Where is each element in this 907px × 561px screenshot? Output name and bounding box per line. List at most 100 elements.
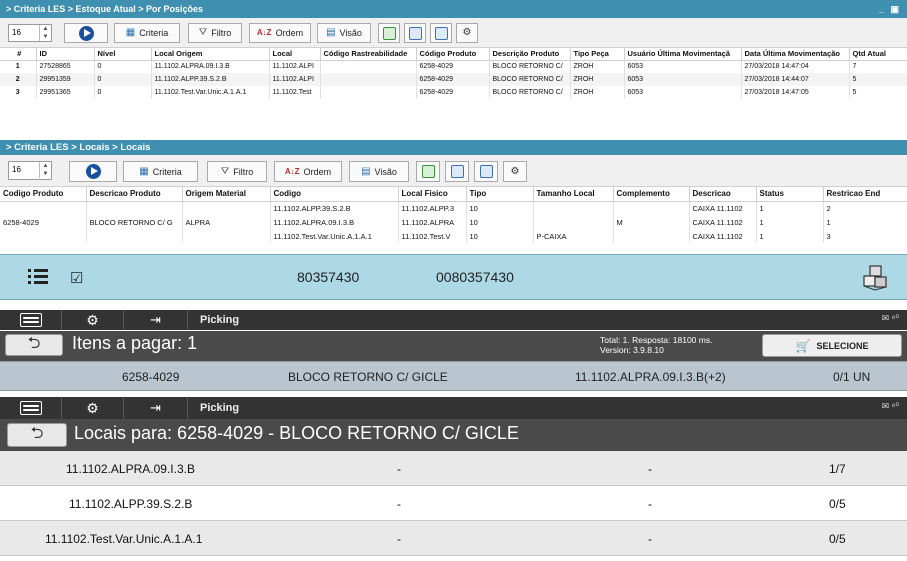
column-header[interactable]: Status [756,187,824,202]
location-row[interactable]: 11.1102.Test.Var.Unic.A.1.A.1 - - 0/5 [0,521,907,556]
column-header[interactable]: Nível [94,48,152,61]
export-button[interactable] [416,161,440,182]
location-row[interactable]: 11.1102.ALPRA.09.I.3.B - - 1/7 [0,451,907,486]
table-row[interactable]: 6258-4029 BLOCO RETORNO C/ G ALPRA 11.11… [0,215,907,229]
table-cell: 27528865 [36,60,95,73]
list-icon[interactable] [28,269,48,285]
column-header[interactable]: Descricao [689,187,757,202]
table-cell: 10 [466,201,534,215]
play-icon [78,25,94,41]
filter-button[interactable]: ⛛ Filtro [207,161,267,182]
location-code: 11.1102.ALPP.39.S.2.B [69,497,193,511]
column-header[interactable]: Descrição Produto [489,48,571,61]
pick-item-row[interactable]: 6258-4029 BLOCO RETORNO C/ GICLE 11.1102… [0,361,907,391]
view-button[interactable]: ▤ Visão [349,161,409,182]
tools-button[interactable]: ⚙ [503,161,527,182]
column-header[interactable]: Tipo Peça [570,48,625,61]
criteria-label: Criteria [152,166,182,177]
save-button[interactable] [404,23,426,43]
table-cell: 11.1102.Test.Var.Unic.A.1.A.1 [270,229,399,243]
table-cell: 1 [756,215,824,229]
save-button[interactable] [445,161,469,182]
envelope-icon[interactable]: ✉ ⁶⁰ [882,401,899,412]
tools-button[interactable]: ⚙ [456,23,478,43]
window-controls[interactable]: _ ▣ [879,0,901,18]
table-cell [533,215,614,229]
column-header[interactable]: Codigo [270,187,399,202]
settings-button[interactable]: ⚙ [62,310,124,330]
run-button[interactable] [64,23,108,43]
column-header[interactable]: Local [269,48,321,61]
run-button[interactable] [69,161,117,182]
column-header[interactable]: # [0,48,37,61]
arrow-up-down-icon[interactable]: ▲ ▼ [39,162,51,178]
view-button[interactable]: ▤ Visão [317,23,371,43]
boxes-icon[interactable] [861,265,889,291]
table-row[interactable]: 11.1102.ALPP.39.S.2.B 11.1102.ALPP.3 10 … [0,201,907,215]
table-cell [182,229,271,243]
exit-button[interactable]: ⇥ [124,310,188,330]
table-cell: 5 [849,86,907,99]
back-icon: ⮌ [27,334,41,352]
column-header[interactable]: Local Origem [151,48,270,61]
select-button[interactable]: 🛒 SELECIONE [762,334,902,357]
excel-icon [421,165,435,178]
table-cell: ZROH [570,73,625,86]
back-button[interactable]: ⮌ [5,334,63,356]
column-header[interactable]: Código Produto [416,48,490,61]
sort-button[interactable]: A↓Z Ordem [249,23,311,43]
column-header[interactable]: Origem Material [182,187,271,202]
items-title: Itens a pagar: 1 [72,333,198,353]
column-header[interactable]: Codigo Produto [0,187,87,202]
filter-button[interactable]: ⛛ Filtro [188,23,242,43]
column-header[interactable]: Complemento [613,187,690,202]
page-size-stepper[interactable]: 16 ▲ ▼ [8,161,52,180]
mobile-top-bar: ⚙ ⇥ Picking ✉ ⁶⁰ [0,397,907,419]
table-cell: 11.1102.ALPI [269,73,321,86]
column-header[interactable]: Tipo [466,187,534,202]
breadcrumb: > Criteria LES > Estoque Atual > Por Pos… [0,0,907,18]
table-cell: ZROH [570,86,625,99]
back-button[interactable]: ⮌ [7,423,67,447]
column-header[interactable]: Restricao End [823,187,907,202]
column-header[interactable]: Qtd Atual [849,48,907,61]
criteria-button[interactable]: ▦ Criteria [114,23,180,43]
menu-button[interactable] [0,310,62,330]
play-icon [85,164,101,179]
column-header[interactable]: Data Última Movimentação [741,48,850,61]
sort-button[interactable]: A↓Z Ordem [274,161,342,182]
settings-button[interactable]: ⚙ [62,397,124,419]
locations-header: ⮌ Locais para: 6258-4029 - BLOCO RETORNO… [0,419,907,451]
breadcrumb-text: > Criteria LES > Locais > Locais [6,142,151,153]
column-header[interactable]: ID [36,48,95,61]
table-cell: 3 [0,86,37,99]
menu-button[interactable] [0,397,62,419]
column-header[interactable]: Tamanho Local [533,187,614,202]
exit-button[interactable]: ⇥ [124,397,188,419]
refresh-button[interactable] [474,161,498,182]
envelope-icon[interactable]: ✉ ⁶⁰ [882,313,899,324]
column-header[interactable]: Código Rastreabilidade [320,48,417,61]
checkbox-icon[interactable]: ☑ [70,269,83,287]
table-row[interactable]: 2 29951359 0 11.1102.ALPP.39.S.2.B 11.11… [0,73,907,86]
export-button[interactable] [378,23,400,43]
table-cell: 11.1102.ALPI [269,60,321,73]
location-row[interactable]: 11.1102.ALPP.39.S.2.B - - 0/5 [0,486,907,521]
table-cell: 11.1102.ALPRA [398,215,467,229]
column-header[interactable]: Local Fisico [398,187,467,202]
column-header[interactable]: Usuário Última Movimentaçã [624,48,742,61]
column-header[interactable]: Descricao Produto [86,187,183,202]
criteria-button[interactable]: ▦ Criteria [123,161,198,182]
arrow-up-down-icon[interactable]: ▲ ▼ [39,25,51,41]
table-header: Codigo Produto Descricao Produto Origem … [0,187,907,202]
location-quantity: 0/5 [829,497,846,511]
screen-title: Picking [200,402,240,414]
table-row[interactable]: 1 27528865 0 11.1102.ALPRA.09.I.3.B 11.1… [0,60,907,73]
table-row[interactable]: 11.1102.Test.Var.Unic.A.1.A.1 11.1102.Te… [0,229,907,243]
refresh-button[interactable] [430,23,452,43]
page-size-stepper[interactable]: 16 ▲ ▼ [8,24,52,42]
tools-icon: ⚙ [462,27,472,38]
items-header: ⮌ Itens a pagar: 1 Total: 1. Resposta: 1… [0,331,907,361]
table-row[interactable]: 3 29951365 0 11.1102.Test.Var.Unic.A.1.A… [0,86,907,99]
table-cell [0,201,87,215]
